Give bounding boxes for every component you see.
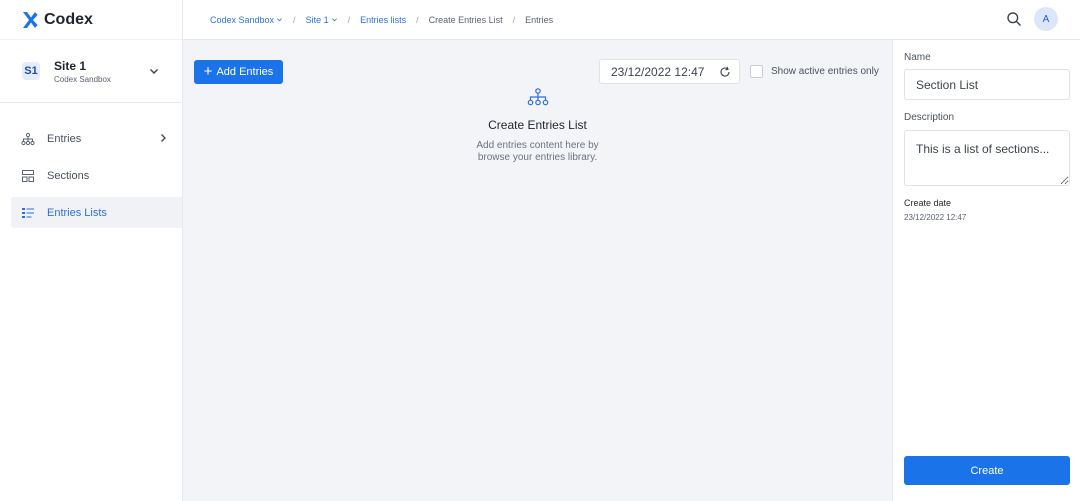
sidebar: Codex S1 Site 1 Codex Sandbox Entries Se… (0, 0, 183, 501)
chevron-down-icon (277, 18, 283, 22)
breadcrumb-label: Site 1 (305, 14, 329, 25)
empty-title: Create Entries List (488, 118, 587, 132)
active-only-toggle[interactable]: Show active entries only (750, 65, 879, 78)
create-date-label: Create date (904, 198, 952, 208)
breadcrumb-separator: / (416, 14, 419, 25)
hierarchy-icon (21, 132, 35, 145)
chevron-down-icon (150, 69, 158, 74)
hierarchy-icon (527, 88, 548, 106)
breadcrumb-codex-sandbox[interactable]: Codex Sandbox (210, 15, 283, 25)
breadcrumb-entries-lists[interactable]: Entries lists (360, 15, 406, 25)
breadcrumb-separator: / (293, 14, 296, 25)
chevron-down-icon (331, 18, 337, 22)
sidebar-item-sections[interactable]: Sections (11, 160, 182, 191)
breadcrumb-label: Codex Sandbox (210, 14, 275, 25)
list-icon (22, 207, 34, 218)
site-badge: S1 (22, 62, 40, 80)
create-button[interactable]: Create (904, 456, 1070, 485)
main-content: + Add Entries 23/12/2022 12:47 Show acti… (183, 40, 892, 501)
refresh-icon[interactable] (719, 66, 731, 78)
date-filter[interactable]: 23/12/2022 12:47 (599, 59, 740, 84)
details-panel: Name Description This is a list of secti… (892, 40, 1080, 501)
breadcrumb-separator: / (347, 14, 351, 25)
sidebar-item-entries[interactable]: Entries (11, 123, 182, 154)
layout-icon (22, 169, 34, 182)
empty-description-line: browse your entries library. (477, 152, 598, 163)
breadcrumb-label: Entries (525, 14, 554, 25)
breadcrumb-label: Entries lists (360, 14, 407, 25)
codex-logo-icon (23, 11, 38, 28)
empty-description: Add entries content here by browse your … (183, 140, 892, 164)
site-name: Site 1 (54, 58, 87, 73)
app-logo[interactable]: Codex (0, 0, 182, 40)
site-switcher[interactable]: S1 Site 1 Codex Sandbox (0, 40, 182, 103)
sidebar-nav: Entries Sections Entries Lists (0, 103, 182, 228)
site-org: Codex Sandbox (54, 74, 111, 84)
empty-description-line: Add entries content here by (476, 140, 599, 151)
breadcrumb-site[interactable]: Site 1 (306, 15, 338, 25)
site-info: Site 1 Codex Sandbox (54, 59, 111, 84)
description-label: Description (904, 112, 955, 123)
chevron-right-icon (161, 134, 166, 142)
empty-state: Create Entries List Add entries content … (183, 88, 892, 164)
sidebar-item-entries-lists[interactable]: Entries Lists (11, 197, 182, 228)
top-bar: Codex Sandbox / Site 1 / Entries lists /… (183, 0, 1080, 40)
sidebar-item-label: Sections (47, 169, 90, 182)
search-icon[interactable] (1006, 11, 1022, 27)
plus-icon: + (203, 63, 213, 80)
name-input[interactable] (904, 69, 1070, 100)
name-label: Name (904, 52, 931, 63)
create-date-value: 23/12/2022 12:47 (904, 213, 967, 222)
date-value: 23/12/2022 12:47 (611, 64, 705, 79)
breadcrumb-create-entries-list[interactable]: Create Entries List (429, 15, 503, 25)
sidebar-item-label: Entries Lists (47, 206, 107, 219)
breadcrumb-separator: / (512, 14, 516, 25)
sidebar-item-label: Entries (47, 132, 82, 145)
breadcrumb-label: Create Entries List (428, 14, 503, 25)
description-input[interactable]: This is a list of sections... (904, 130, 1070, 186)
app-name: Codex (44, 10, 93, 28)
breadcrumb-entries: Entries (525, 15, 553, 25)
active-only-checkbox[interactable] (750, 65, 763, 78)
add-entries-button[interactable]: + Add Entries (194, 60, 283, 84)
user-avatar[interactable]: A (1034, 7, 1058, 31)
add-entries-label: Add Entries (216, 66, 274, 78)
active-only-label: Show active entries only (771, 66, 879, 77)
